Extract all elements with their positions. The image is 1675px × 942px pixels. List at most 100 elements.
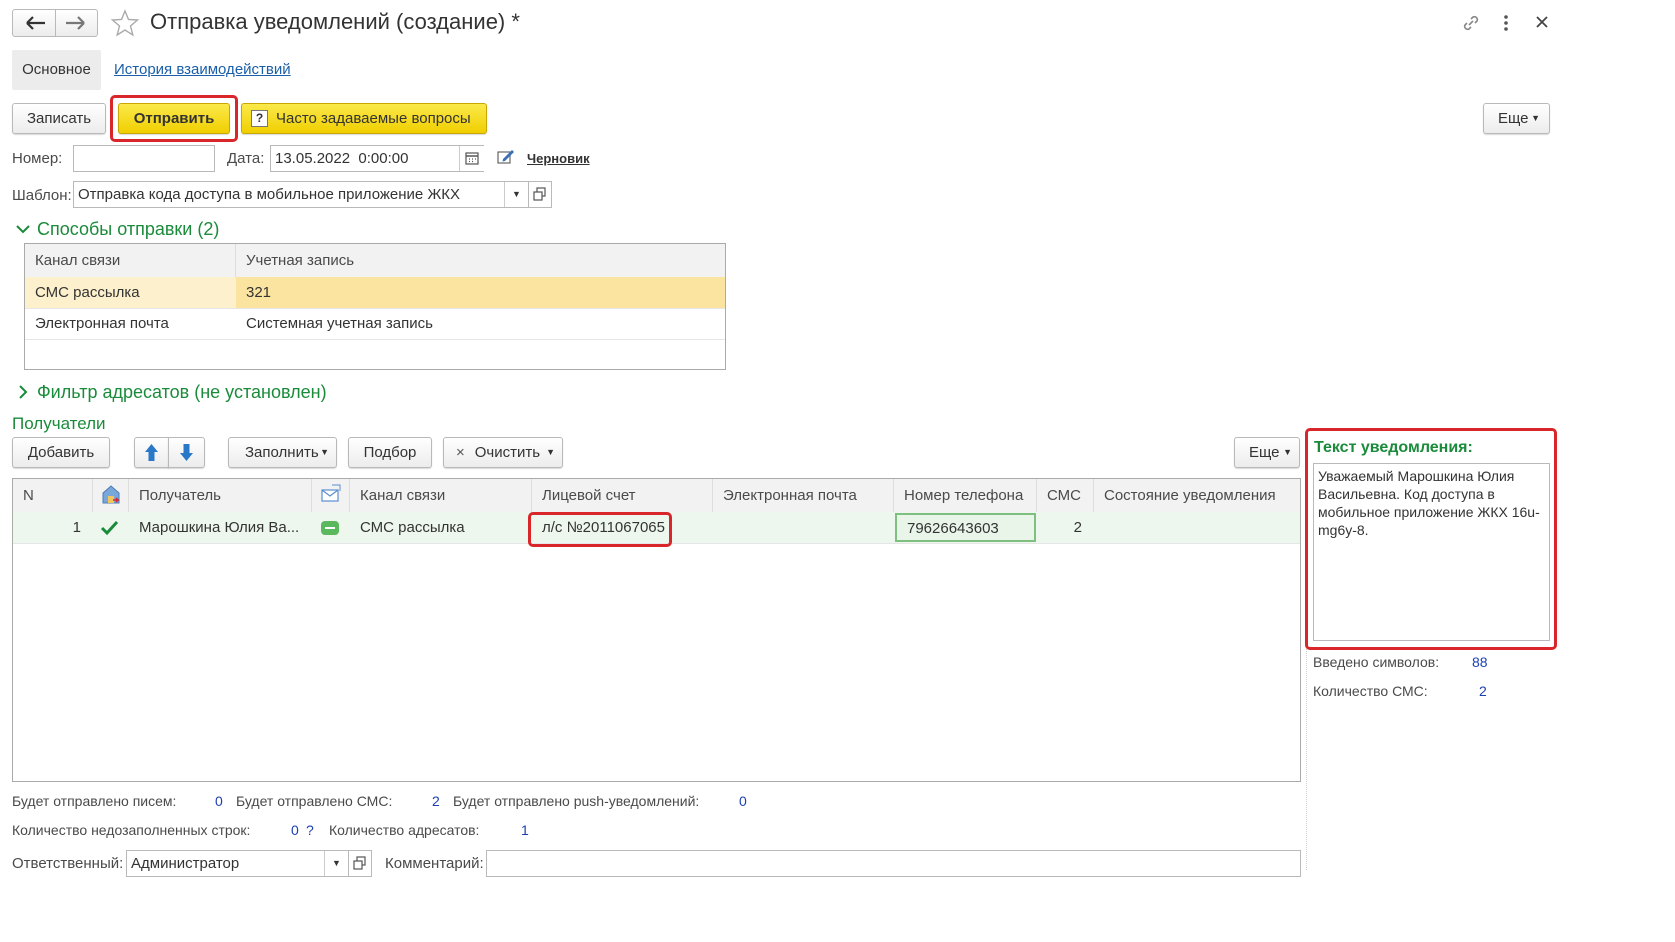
template-dropdown-button[interactable]: ▼ [504, 182, 528, 207]
column-header-channel-icon[interactable] [312, 479, 350, 512]
sms-icon [321, 521, 339, 535]
filter-title[interactable]: Фильтр адресатов (не установлен) [37, 382, 327, 403]
tab-main-label: Основное [22, 61, 91, 78]
back-button[interactable] [12, 9, 56, 37]
column-header-email[interactable]: Электронная почта [713, 479, 894, 512]
chevron-right-icon[interactable] [14, 384, 32, 400]
table-row[interactable]: Электронная почта Системная учетная запи… [25, 308, 725, 340]
send-button-highlight [110, 95, 238, 142]
window-title: Отправка уведомлений (создание) * [150, 9, 520, 34]
more-button[interactable]: Еще ▼ [1483, 103, 1550, 134]
clear-label: Очистить [474, 444, 541, 461]
move-down-button[interactable] [168, 437, 205, 468]
addressees-label: Количество адресатов: [329, 822, 480, 838]
fill-button[interactable]: Заполнить ▼ [228, 437, 337, 468]
faq-label: Часто задаваемые вопросы [276, 110, 471, 127]
incomplete-hint[interactable]: ? [306, 822, 314, 838]
close-icon[interactable] [1532, 12, 1552, 32]
account-cell-highlight [528, 512, 672, 547]
link-icon[interactable] [1460, 12, 1482, 34]
push-value: 0 [739, 793, 747, 809]
column-header[interactable]: Канал связи [25, 244, 236, 277]
chevron-down-icon: ▼ [512, 189, 521, 199]
forward-button[interactable] [55, 9, 98, 37]
arrow-down-icon [180, 444, 193, 461]
sms-total-label: Будет отправлено СМС: [236, 793, 393, 809]
chevron-down-icon: ▼ [332, 858, 341, 868]
column-header-channel[interactable]: Канал связи [350, 479, 532, 512]
arrow-left-icon [26, 16, 45, 30]
column-header-recipient[interactable]: Получатель [129, 479, 312, 512]
responsible-open-button[interactable] [348, 850, 372, 877]
number-field[interactable] [73, 145, 215, 172]
comment-label: Комментарий: [385, 855, 484, 872]
faq-button[interactable]: ? Часто задаваемые вопросы [241, 103, 487, 134]
column-header-account[interactable]: Лицевой счет [532, 479, 713, 512]
column-header[interactable]: Учетная запись [236, 244, 725, 277]
tab-main[interactable]: Основное [12, 50, 101, 90]
table-header: N Получатель Канал связи Лицевой счет Эл… [13, 479, 1300, 513]
open-window-icon [533, 187, 546, 201]
send-methods-title[interactable]: Способы отправки (2) [37, 219, 219, 240]
notification-highlight [1305, 428, 1557, 650]
envelope-icon [321, 484, 341, 502]
move-up-button[interactable] [134, 437, 169, 468]
question-icon: ? [251, 110, 268, 127]
responsible-label: Ответственный: [12, 855, 124, 872]
column-header-n[interactable]: N [13, 479, 93, 512]
check-icon [100, 520, 119, 536]
arrow-up-icon [145, 444, 158, 461]
column-header-phone[interactable]: Номер телефона [894, 479, 1037, 512]
sms-total-value: 2 [432, 793, 440, 809]
recipient-status-icon [102, 485, 120, 504]
account-cell: 321 [246, 284, 272, 301]
sms-count-value: 2 [1479, 683, 1487, 699]
chevron-down-icon: ▼ [546, 447, 555, 457]
phone-cell[interactable]: 79626643603 [895, 513, 1036, 542]
letters-label: Будет отправлено писем: [12, 793, 177, 809]
sms-cell: 2 [1073, 519, 1082, 536]
save-button[interactable]: Записать [12, 103, 106, 134]
star-icon[interactable] [110, 8, 140, 38]
comment-field[interactable] [486, 850, 1301, 877]
chars-value: 88 [1472, 654, 1488, 670]
channel-cell: Электронная почта [35, 315, 169, 332]
account-cell: Системная учетная запись [246, 315, 433, 332]
state-cell [1094, 512, 1300, 543]
date-field[interactable]: 13.05.2022 0:00:00 [270, 145, 484, 172]
chars-label: Введено символов: [1313, 654, 1440, 670]
chevron-down-icon: ▼ [1531, 113, 1540, 123]
calendar-button[interactable] [459, 146, 484, 171]
column-header-sms[interactable]: СМС [1037, 479, 1094, 512]
clear-button[interactable]: × Очистить ▼ [443, 437, 563, 468]
fill-label: Заполнить [245, 444, 319, 461]
chevron-down-icon[interactable] [14, 221, 32, 237]
responsible-field[interactable]: Администратор [126, 850, 348, 877]
status-link[interactable]: Черновик [527, 151, 590, 166]
recipients-title: Получатели [12, 414, 106, 433]
date-label: Дата: [227, 150, 265, 167]
more-label: Еще [1498, 110, 1529, 127]
recipients-more-button[interactable]: Еще ▼ [1234, 437, 1300, 468]
incomplete-value: 0 [291, 822, 299, 838]
calendar-icon [465, 152, 479, 165]
template-open-button[interactable] [528, 181, 552, 208]
more-vertical-icon[interactable] [1497, 12, 1515, 34]
column-header-status[interactable] [93, 479, 129, 512]
chevron-down-icon: ▼ [320, 447, 329, 457]
tab-history[interactable]: История взаимодействий [114, 61, 291, 78]
open-window-icon [353, 856, 366, 870]
add-button[interactable]: Добавить [12, 437, 110, 468]
column-header-state[interactable]: Состояние уведомления [1094, 479, 1300, 512]
sms-count-label: Количество СМС: [1313, 683, 1428, 699]
n-cell: 1 [72, 519, 81, 536]
table-row[interactable]: СМС рассылка 321 [25, 277, 725, 309]
chevron-down-icon: ▼ [1283, 447, 1292, 457]
more-label: Еще [1249, 444, 1280, 461]
pick-button[interactable]: Подбор [348, 437, 432, 468]
responsible-dropdown-button[interactable]: ▼ [324, 851, 348, 876]
template-field[interactable]: Отправка кода доступа в мобильное прилож… [73, 181, 528, 208]
incomplete-label: Количество недозаполненных строк: [12, 822, 251, 838]
send-methods-table: Канал связи Учетная запись СМС рассылка … [24, 243, 726, 370]
channel-cell: СМС рассылка [25, 277, 236, 308]
